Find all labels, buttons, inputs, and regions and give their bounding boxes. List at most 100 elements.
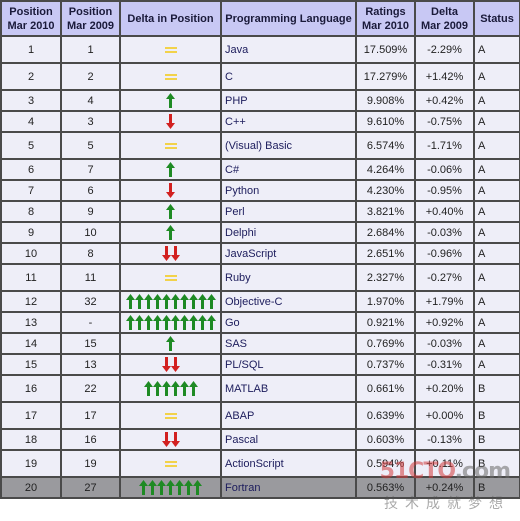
language-cell: Python: [220, 179, 357, 202]
arrow-up-icon: [125, 315, 135, 330]
position-2010-cell: 11: [0, 263, 62, 292]
arrow-up-icon: [166, 204, 175, 219]
language-cell: Java: [220, 35, 357, 64]
equal-icon: [164, 460, 177, 468]
position-2010-cell: 1: [0, 35, 62, 64]
arrow-up-icon: [161, 381, 171, 396]
position-2009-cell: 15: [60, 332, 121, 355]
arrow-up-icon: [143, 294, 153, 309]
table-row: 20 27 Fortran 0.563% +0.24% B: [0, 476, 520, 499]
equal-icon: [164, 274, 177, 282]
position-2010-cell: 19: [0, 449, 62, 478]
position-2010-cell: 3: [0, 89, 62, 112]
arrow-up-icon: [152, 294, 162, 309]
delta-cell: +0.42%: [414, 89, 475, 112]
delta-indicator: [166, 93, 175, 109]
delta-position-cell: [119, 242, 222, 265]
table-row: 9 10 Delphi 2.684% -0.03% A: [0, 221, 520, 244]
arrow-down-icon: [166, 183, 175, 198]
position-2009-cell: 16: [60, 428, 121, 451]
table-row: 2 2 C 17.279% +1.42% A: [0, 62, 520, 91]
position-2010-cell: 17: [0, 401, 62, 430]
table-row: 11 11 Ruby 2.327% -0.27% A: [0, 263, 520, 292]
delta-position-cell: [119, 401, 222, 430]
position-2009-cell: 19: [60, 449, 121, 478]
delta-indicator: [166, 204, 175, 220]
arrow-up-icon: [170, 381, 180, 396]
delta-position-cell: [119, 428, 222, 451]
rating-cell: 0.769%: [355, 332, 416, 355]
rating-cell: 6.574%: [355, 131, 416, 160]
position-2009-cell: -: [60, 311, 121, 334]
arrow-up-icon: [143, 315, 153, 330]
arrow-up-icon: [166, 480, 175, 495]
delta-position-cell: [119, 290, 222, 313]
arrow-up-icon: [152, 315, 162, 330]
status-cell: A: [473, 242, 520, 265]
position-2010-cell: 5: [0, 131, 62, 160]
arrow-up-icon: [166, 93, 175, 108]
rating-cell: 4.230%: [355, 179, 416, 202]
status-cell: A: [473, 311, 520, 334]
status-cell: A: [473, 62, 520, 91]
delta-cell: -0.13%: [414, 428, 475, 451]
table-row: 5 5 (Visual) Basic 6.574% -1.71% A: [0, 131, 520, 160]
position-2009-cell: 10: [60, 221, 121, 244]
arrow-down-icon: [166, 114, 175, 129]
arrow-down-icon: [170, 432, 180, 447]
position-2009-cell: 5: [60, 131, 121, 160]
delta-indicator: [166, 336, 175, 352]
rating-cell: 17.509%: [355, 35, 416, 64]
arrow-up-icon: [148, 480, 157, 495]
delta-position-cell: [119, 200, 222, 223]
delta-indicator: [164, 42, 177, 58]
status-cell: A: [473, 131, 520, 160]
position-2009-cell: 11: [60, 263, 121, 292]
position-2009-cell: 27: [60, 476, 121, 499]
arrow-up-icon: [143, 381, 153, 396]
delta-cell: -0.95%: [414, 179, 475, 202]
delta-position-cell: [119, 332, 222, 355]
table-row: 17 17 ABAP 0.639% +0.00% B: [0, 401, 520, 430]
rating-cell: 17.279%: [355, 62, 416, 91]
delta-position-cell: [119, 311, 222, 334]
equal-icon: [164, 46, 177, 54]
language-cell: ABAP: [220, 401, 357, 430]
table-row: 4 3 C++ 9.610% -0.75% A: [0, 110, 520, 133]
delta-indicator: [164, 408, 177, 424]
delta-position-cell: [119, 353, 222, 376]
delta-cell: +0.24%: [414, 476, 475, 499]
arrow-down-icon: [161, 246, 171, 261]
status-cell: A: [473, 89, 520, 112]
position-2010-cell: 2: [0, 62, 62, 91]
position-2009-cell: 22: [60, 374, 121, 403]
status-cell: A: [473, 221, 520, 244]
arrow-down-icon: [170, 246, 180, 261]
language-cell: Perl: [220, 200, 357, 223]
header-position-2010: Position Mar 2010: [0, 0, 62, 37]
rating-cell: 0.661%: [355, 374, 416, 403]
position-2010-cell: 12: [0, 290, 62, 313]
delta-position-cell: [119, 131, 222, 160]
arrow-up-icon: [152, 381, 162, 396]
rating-cell: 9.908%: [355, 89, 416, 112]
language-cell: ActionScript: [220, 449, 357, 478]
language-cell: JavaScript: [220, 242, 357, 265]
delta-position-cell: [119, 263, 222, 292]
arrow-up-icon: [134, 294, 144, 309]
arrow-up-icon: [197, 315, 207, 330]
delta-cell: +0.92%: [414, 311, 475, 334]
arrow-up-icon: [188, 381, 198, 396]
delta-indicator: [166, 225, 175, 241]
position-2009-cell: 4: [60, 89, 121, 112]
delta-indicator: [166, 162, 175, 178]
delta-indicator: [161, 357, 180, 373]
header-position-2009: Position Mar 2009: [60, 0, 121, 37]
arrow-up-icon: [161, 315, 171, 330]
arrow-up-icon: [139, 480, 148, 495]
status-cell: B: [473, 449, 520, 478]
status-cell: B: [473, 374, 520, 403]
language-cell: C++: [220, 110, 357, 133]
table-row: 8 9 Perl 3.821% +0.40% A: [0, 200, 520, 223]
position-2009-cell: 1: [60, 35, 121, 64]
